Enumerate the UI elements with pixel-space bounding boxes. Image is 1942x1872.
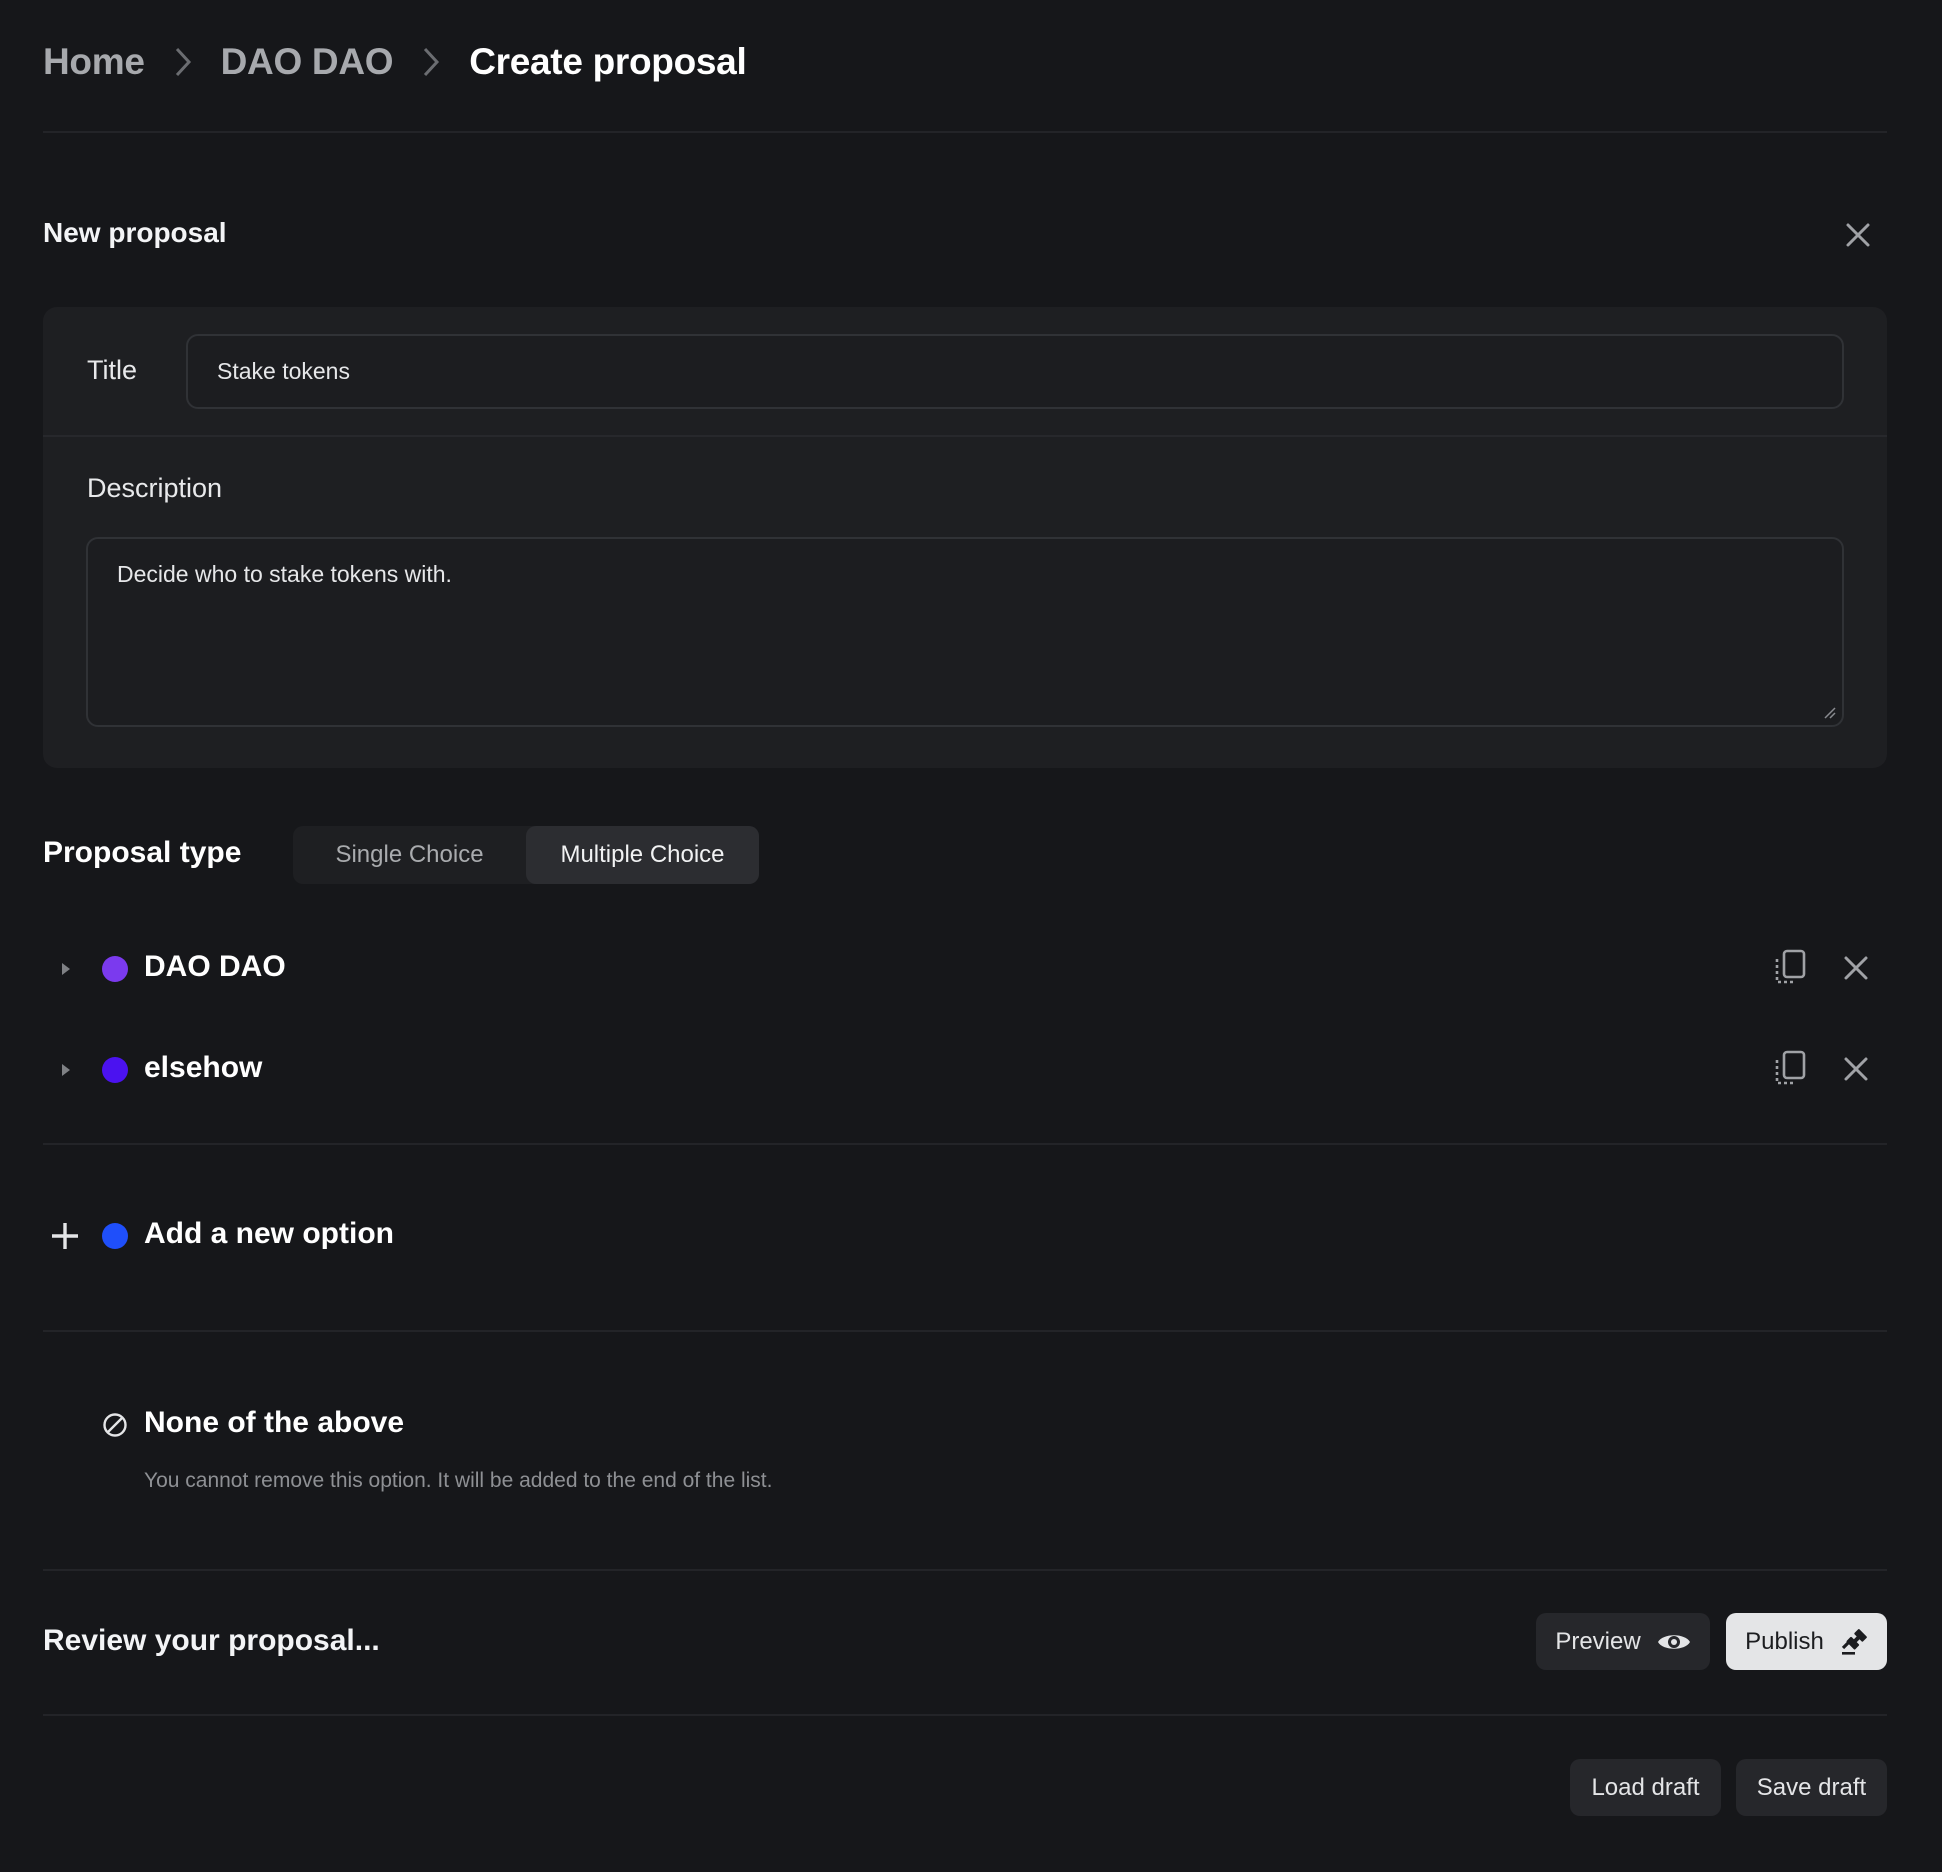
card-divider [43,435,1887,437]
header-divider [43,131,1887,133]
preview-button[interactable]: Preview [1536,1613,1710,1670]
choice-color-dot [102,956,128,982]
breadcrumb-current: Create proposal [469,41,747,82]
proposal-details-card: Title Description Decide who to stake to… [43,307,1887,768]
close-form-button[interactable] [1836,213,1880,257]
review-divider [43,1714,1887,1716]
choice-name: DAO DAO [144,950,286,983]
duplicate-icon [1775,1050,1806,1085]
duplicate-choice-button[interactable] [1768,946,1812,990]
resize-handle-icon[interactable] [1822,705,1836,719]
publish-button-label: Publish [1745,1627,1824,1655]
choice-color-dot [102,1057,128,1083]
eye-icon [1657,1630,1691,1654]
choice-row: DAO DAO [43,939,1887,999]
caret-right-icon[interactable] [57,960,75,978]
load-draft-button[interactable]: Load draft [1570,1759,1721,1816]
description-label: Description [87,473,223,503]
none-of-the-above-title: None of the above [144,1406,405,1439]
options-divider [43,1143,1887,1145]
none-divider [43,1569,1887,1571]
description-text: Decide who to stake tokens with. [117,561,452,587]
proposal-type-single-choice[interactable]: Single Choice [293,826,526,884]
close-icon [1844,956,1868,980]
form-heading: New proposal [43,217,227,248]
breadcrumb-dao[interactable]: DAO DAO [221,41,394,83]
publish-button[interactable]: Publish [1726,1613,1887,1670]
none-of-the-above-help: You cannot remove this option. It will b… [144,1469,773,1492]
choice-name: elsehow [144,1051,263,1084]
breadcrumb-home[interactable]: Home [43,41,145,83]
duplicate-icon [1775,949,1806,984]
choice-row: elsehow [43,1040,1887,1100]
caret-right-icon[interactable] [57,1061,75,1079]
add-option-divider [43,1330,1887,1332]
review-label: Review your proposal... [43,1624,380,1657]
breadcrumb: Home DAO DAO Create proposal [43,36,747,88]
proposal-type-toggle: Single Choice Multiple Choice [293,826,759,884]
chevron-right-icon [407,42,455,82]
proposal-type-label: Proposal type [43,836,242,869]
description-textarea[interactable]: Decide who to stake tokens with. [86,537,1844,727]
prohibited-icon [103,1413,127,1437]
close-icon [1846,223,1870,247]
title-label: Title [87,355,138,385]
plus-icon [52,1223,78,1249]
title-input[interactable] [186,334,1844,409]
new-option-color-dot [102,1223,128,1249]
save-draft-button[interactable]: Save draft [1736,1759,1887,1816]
remove-choice-button[interactable] [1834,1047,1878,1091]
gavel-icon [1840,1628,1868,1656]
proposal-type-multiple-choice[interactable]: Multiple Choice [526,826,759,884]
add-option-label: Add a new option [144,1217,394,1250]
close-icon [1844,1057,1868,1081]
add-option-button[interactable]: Add a new option [43,1206,643,1266]
preview-button-label: Preview [1555,1627,1641,1655]
remove-choice-button[interactable] [1834,946,1878,990]
duplicate-choice-button[interactable] [1768,1047,1812,1091]
chevron-right-icon [159,42,207,82]
